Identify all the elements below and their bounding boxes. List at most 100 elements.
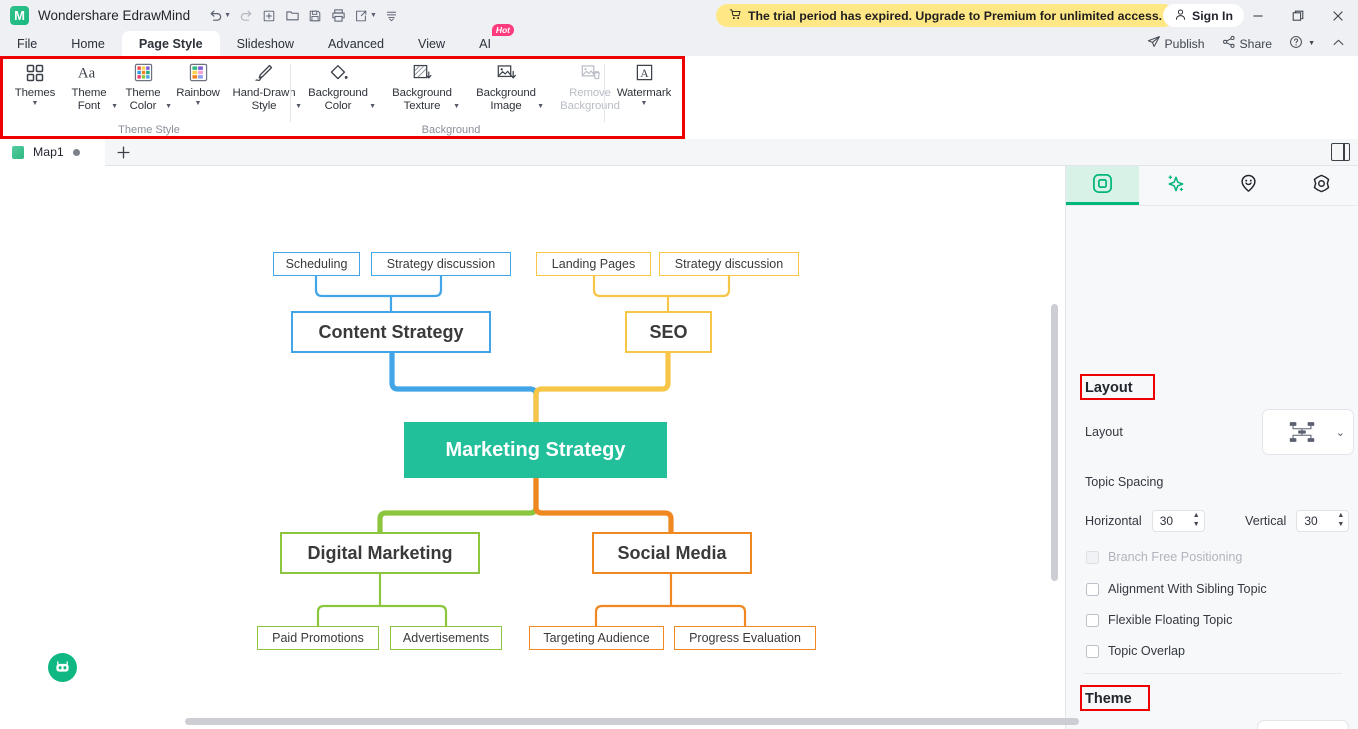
panel-tab-clipart[interactable] — [1212, 166, 1285, 205]
rainbow-label: Rainbow — [176, 87, 220, 99]
checkbox-box[interactable] — [1086, 582, 1099, 596]
paint-bucket-icon — [328, 60, 349, 85]
smiley-pin-icon — [1238, 173, 1259, 199]
mindmap-node-content-strategy[interactable]: Content Strategy — [291, 311, 491, 353]
rainbow-caret-icon[interactable]: ▼ — [195, 100, 202, 107]
checkbox-flexible-floating-topic[interactable]: Flexible Floating Topic — [1086, 613, 1232, 627]
background-texture-caret-icon[interactable]: ▼ — [453, 103, 460, 110]
background-texture-label: Background Texture — [392, 87, 452, 112]
background-group-title: Background — [421, 124, 481, 136]
save-button[interactable] — [304, 5, 326, 27]
background-texture-button[interactable]: Background Texture ▼ — [380, 56, 464, 113]
theme-font-button[interactable]: Aa Theme Font ▼ — [62, 56, 118, 113]
watermark-caret-icon[interactable]: ▼ — [641, 100, 648, 107]
app-logo-icon: M — [10, 6, 29, 25]
mindmap-node-label: Content Strategy — [318, 321, 464, 342]
background-image-caret-icon[interactable]: ▼ — [537, 103, 544, 110]
watermark-a-icon: A — [635, 60, 654, 85]
mindmap-node-strategy-discussion-2[interactable]: Strategy discussion — [659, 252, 799, 276]
mindmap-node-advertisements[interactable]: Advertisements — [390, 626, 502, 650]
themes-button[interactable]: Themes ▼ — [8, 56, 62, 107]
themes-label: Themes — [14, 87, 56, 99]
background-image-button[interactable]: Background Image ▼ — [464, 56, 548, 113]
sign-in-button[interactable]: Sign In — [1163, 4, 1244, 27]
new-button[interactable] — [258, 5, 280, 27]
customize-toolbar-button[interactable] — [381, 5, 403, 27]
horizontal-spacing-value: 30 — [1159, 514, 1174, 528]
font-aa-icon: Aa — [77, 60, 101, 85]
mindmap-node-paid-promotions[interactable]: Paid Promotions — [257, 626, 379, 650]
checkbox-box — [1086, 550, 1099, 564]
tab-advanced-label: Advanced — [328, 36, 385, 51]
panel-tab-style[interactable] — [1066, 166, 1139, 205]
mindmap-node-label: Paid Promotions — [272, 631, 364, 645]
tab-home[interactable]: Home — [54, 31, 122, 56]
undo-caret-icon[interactable]: ▼ — [224, 12, 231, 19]
mindmap-node-label: Strategy discussion — [674, 257, 784, 271]
share-button[interactable]: Share — [1215, 33, 1280, 54]
layout-style-dropdown[interactable]: ⌄ — [1262, 409, 1354, 455]
mindmap-node-targeting-audience[interactable]: Targeting Audience — [529, 626, 664, 650]
theme-section-heading: Theme — [1085, 691, 1132, 707]
checkbox-topic-overlap[interactable]: Topic Overlap — [1086, 644, 1185, 658]
document-tab-map1[interactable]: Map1 — [0, 138, 105, 166]
vertical-spinner-arrows[interactable]: ▲ ▼ — [1337, 512, 1344, 528]
help-button[interactable]: ▼ — [1282, 33, 1322, 54]
watermark-button[interactable]: A Watermark ▼ — [610, 56, 678, 107]
checkbox-box[interactable] — [1086, 644, 1099, 658]
svg-text:Aa: Aa — [78, 65, 96, 81]
panel-tab-settings[interactable] — [1285, 166, 1358, 205]
trial-banner-text: The trial period has expired. Upgrade to… — [748, 8, 1163, 23]
tab-view[interactable]: View — [401, 31, 462, 56]
tab-slideshow-label: Slideshow — [236, 36, 294, 51]
background-color-button[interactable]: Background Color ▼ — [296, 56, 380, 113]
theme-color-button[interactable]: Theme Color ▼ — [116, 56, 172, 113]
print-button[interactable] — [327, 5, 349, 27]
tab-page-style[interactable]: Page Style — [121, 31, 220, 56]
layout-field-label: Layout — [1085, 425, 1123, 439]
theme-preview-dropdown[interactable]: ⌄ — [1257, 720, 1349, 729]
canvas-horizontal-scrollbar[interactable] — [185, 718, 1079, 725]
export-caret-icon[interactable]: ▼ — [370, 12, 377, 19]
background-color-caret-icon[interactable]: ▼ — [369, 103, 376, 110]
mindmap-canvas[interactable]: Marketing Strategy Content Strategy Sche… — [0, 166, 1065, 729]
export-button[interactable] — [350, 5, 372, 27]
add-document-tab-button[interactable] — [105, 139, 141, 166]
horizontal-spacing-input[interactable]: 30 ▲ ▼ — [1151, 510, 1205, 532]
collapse-ribbon-button[interactable] — [1325, 34, 1352, 54]
horizontal-spinner-arrows[interactable]: ▲ ▼ — [1193, 512, 1200, 528]
themes-caret-icon[interactable]: ▼ — [32, 100, 39, 107]
open-button[interactable] — [281, 5, 303, 27]
mindmap-node-progress-evaluation[interactable]: Progress Evaluation — [674, 626, 816, 650]
tab-ai[interactable]: AI Hot — [462, 24, 514, 56]
document-tab-bar: Map1 — [0, 138, 1358, 166]
trial-expired-banner[interactable]: The trial period has expired. Upgrade to… — [716, 4, 1176, 27]
panel-tab-ai[interactable] — [1139, 166, 1212, 205]
maximize-button[interactable] — [1278, 0, 1318, 31]
redo-button[interactable] — [235, 5, 257, 27]
checkbox-label: Topic Overlap — [1108, 644, 1185, 658]
close-button[interactable] — [1318, 0, 1358, 31]
minimize-button[interactable] — [1238, 0, 1278, 31]
publish-button[interactable]: Publish — [1140, 33, 1212, 54]
tab-advanced[interactable]: Advanced — [311, 31, 401, 56]
mindmap-node-digital-marketing[interactable]: Digital Marketing — [280, 532, 480, 574]
checkbox-label: Branch Free Positioning — [1108, 550, 1243, 564]
tab-slideshow[interactable]: Slideshow — [220, 31, 311, 56]
mindmap-node-landing-pages[interactable]: Landing Pages — [536, 252, 651, 276]
svg-text:A: A — [640, 68, 649, 80]
mindmap-node-seo[interactable]: SEO — [625, 311, 712, 353]
checkbox-box[interactable] — [1086, 613, 1099, 627]
mindmap-node-strategy-discussion-1[interactable]: Strategy discussion — [371, 252, 511, 276]
vertical-spacing-input[interactable]: 30 ▲ ▼ — [1296, 510, 1350, 532]
tab-file[interactable]: File — [0, 31, 54, 56]
panel-divider — [1084, 673, 1342, 674]
rainbow-button[interactable]: Rainbow ▼ — [170, 56, 226, 107]
checkbox-alignment-with-sibling-topic[interactable]: Alignment With Sibling Topic — [1086, 582, 1267, 596]
undo-button[interactable] — [204, 5, 226, 27]
toggle-side-panel-button[interactable] — [1331, 143, 1350, 161]
mindmap-root-node[interactable]: Marketing Strategy — [404, 422, 667, 478]
mindmap-node-social-media[interactable]: Social Media — [592, 532, 752, 574]
ai-assistant-robot-icon[interactable] — [48, 653, 77, 682]
mindmap-node-scheduling[interactable]: Scheduling — [273, 252, 360, 276]
